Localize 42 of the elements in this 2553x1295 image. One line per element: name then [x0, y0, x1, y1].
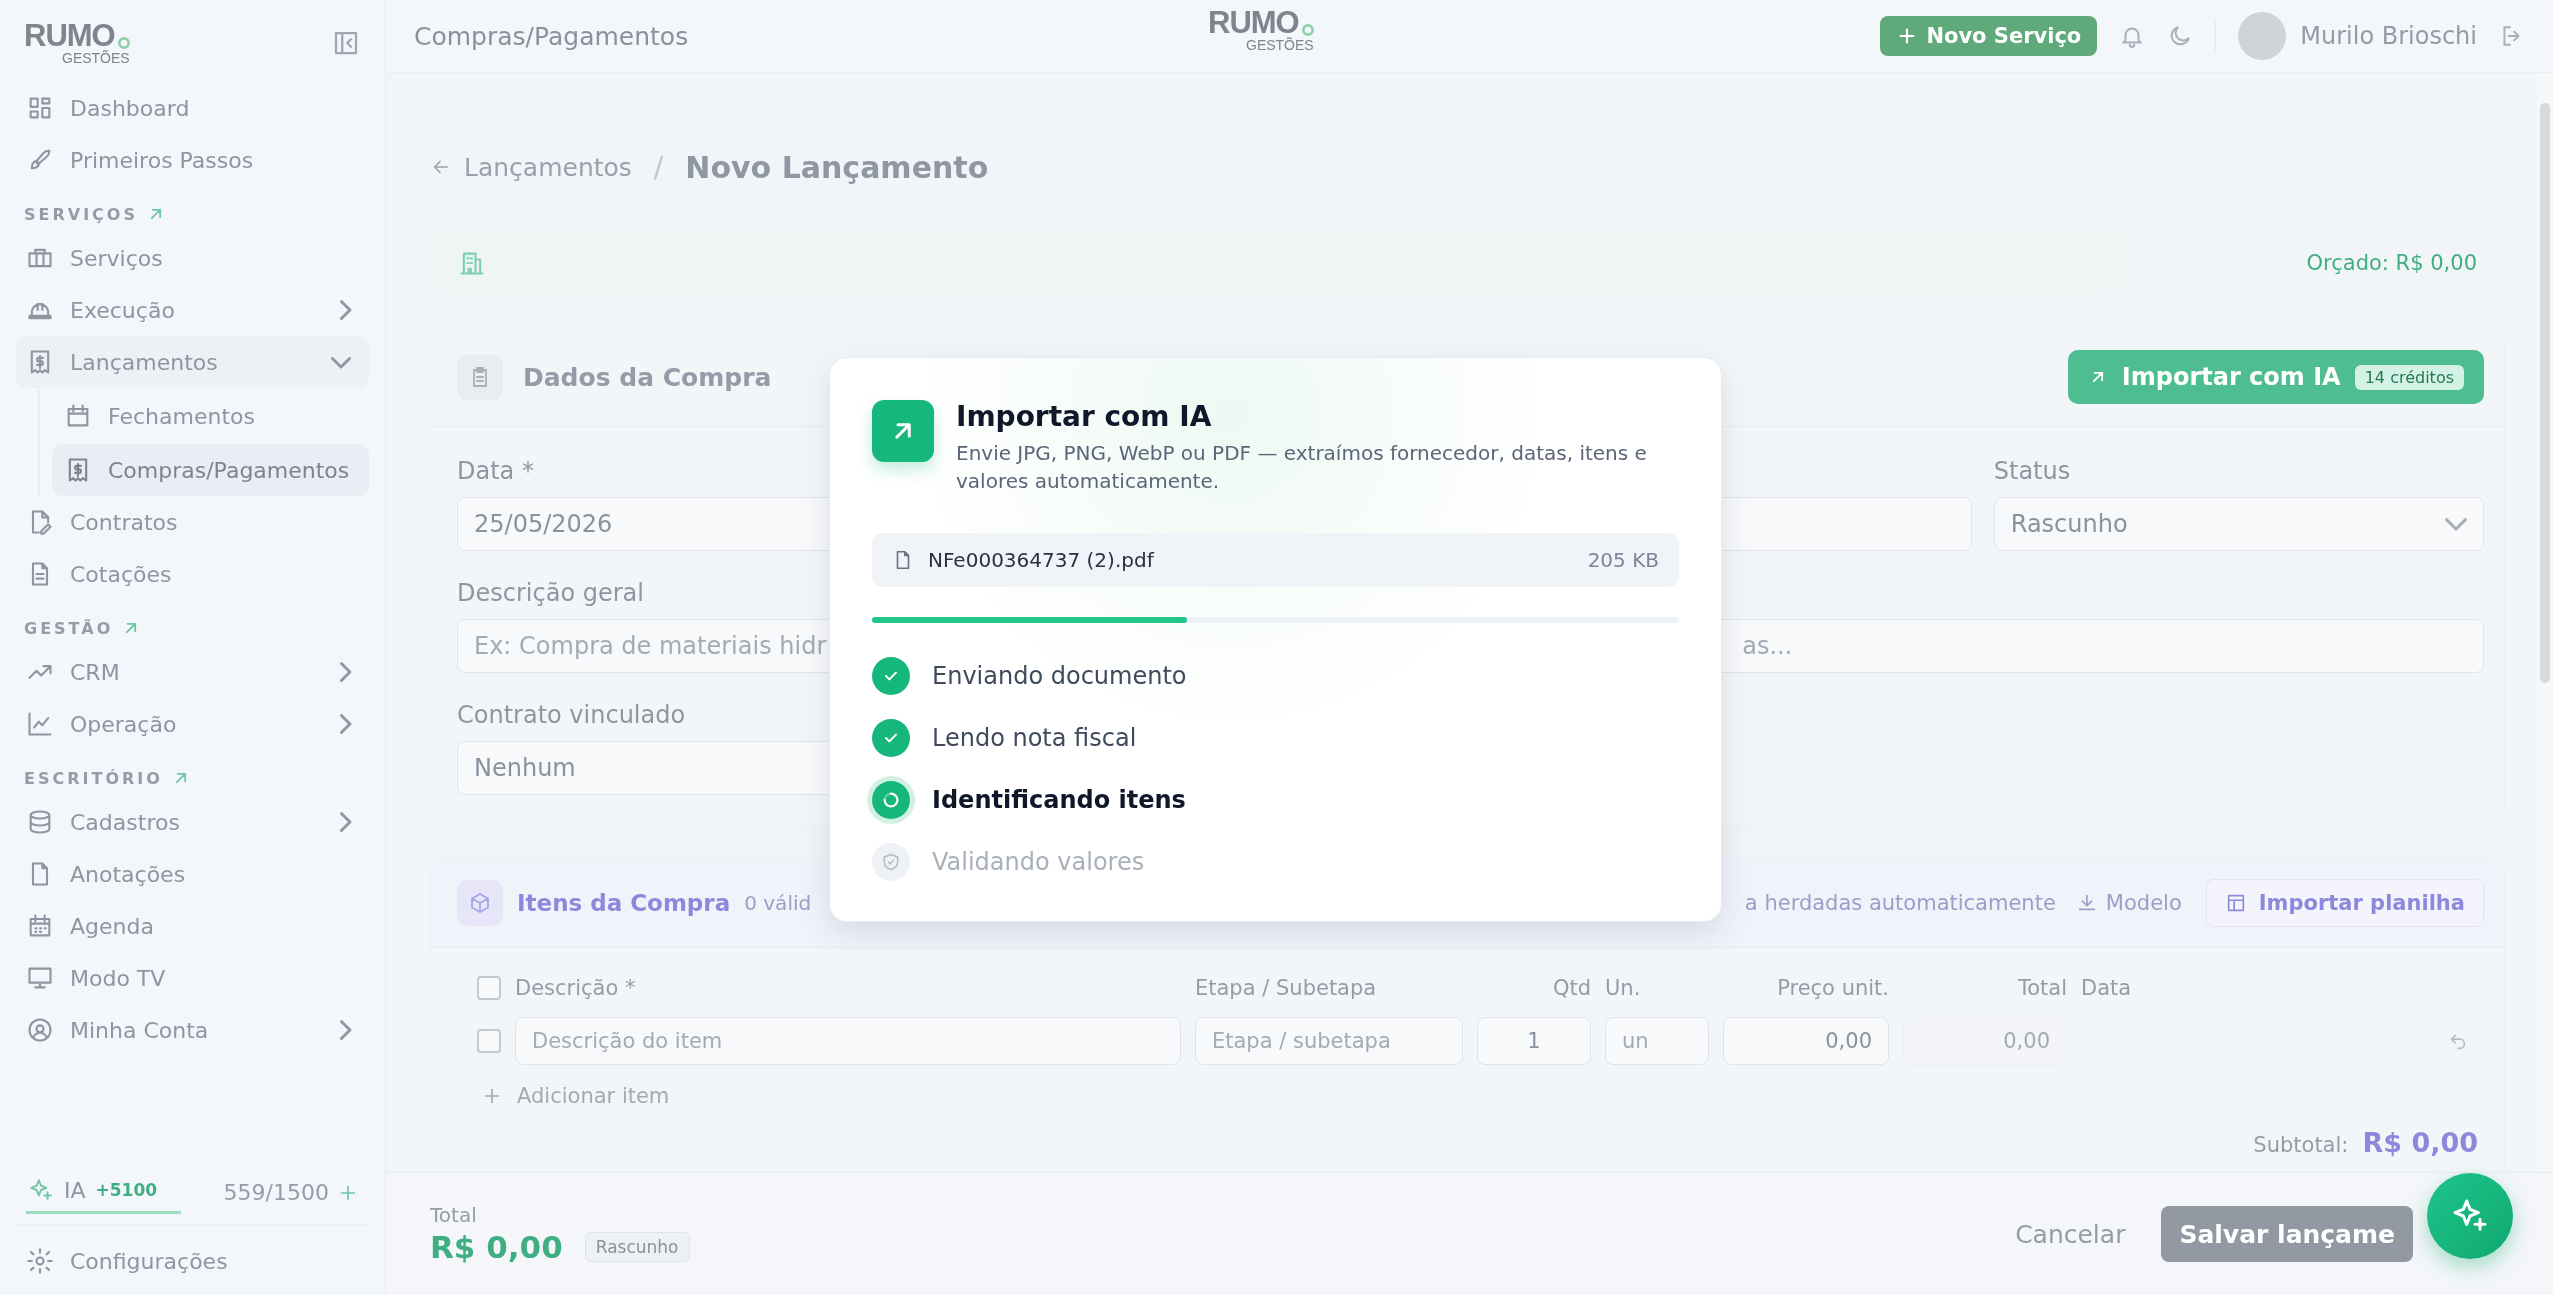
step-label: Validando valores: [932, 848, 1145, 876]
column-header: Qtd: [1551, 976, 1591, 1000]
logo-wordmark: RUMO: [1208, 7, 1299, 38]
logo-subtitle: GESTÕES: [62, 51, 130, 67]
breadcrumb-separator: /: [653, 150, 664, 184]
logo-wordmark: RUMO: [24, 20, 115, 51]
column-header: Etapa / Subetapa: [1195, 976, 1378, 1000]
logo-subtitle: GESTÕES: [1246, 38, 1314, 54]
column-header: Data: [2081, 976, 2133, 1000]
credits-badge: 14 créditos: [2354, 364, 2464, 390]
subtotal-value: R$ 0,00: [2362, 1127, 2478, 1158]
field-label: Status: [1993, 457, 2072, 487]
item-count: 0 válid: [744, 891, 812, 915]
section-label: ESCRITÓRIO: [24, 768, 163, 788]
dialog-description: Envie JPG, PNG, WebP ou PDF — extraímos fornecedor, datas, itens e valores automaticamente.: [956, 440, 1648, 495]
card-title: Dados da Compra: [523, 362, 772, 392]
total-label: Total: [430, 1203, 478, 1227]
section-label: SERVIÇOS: [24, 204, 138, 224]
column-header: Descrição *: [515, 976, 637, 1000]
section-label: GESTÃO: [24, 618, 114, 638]
user-name: Murilo Brioschi: [2300, 22, 2477, 50]
breadcrumb-current: Novo Lançamento: [685, 149, 989, 185]
items-note: a herdadas automaticamente: [1744, 891, 2056, 915]
total-value: R$ 0,00: [430, 1229, 563, 1265]
file-size: 205 KB: [1587, 548, 1659, 572]
dialog-title: Importar com IA: [956, 400, 1213, 433]
card-title: Itens da Compra: [517, 890, 731, 916]
page-title: Compras/Pagamentos: [414, 21, 689, 51]
step-label: Identificando itens: [932, 786, 1186, 814]
step-label: Lendo nota fiscal: [932, 724, 1137, 752]
subtotal-label: Subtotal:: [2253, 1133, 2349, 1157]
field-label: Descrição geral: [457, 579, 645, 609]
credit-usage: 559/1500: [223, 1180, 329, 1205]
budget-amount: Orçado: R$ 0,00: [2306, 251, 2477, 275]
column-header: Un.: [1605, 976, 1642, 1000]
status-badge: Rascunho: [584, 1232, 690, 1262]
field-label: Contrato vinculado: [457, 701, 687, 731]
column-header: Total: [2016, 976, 2067, 1000]
file-name: NFe000364737 (2).pdf: [928, 548, 1154, 572]
column-header: Preço unit.: [1776, 976, 1889, 1000]
field-label: Data *: [457, 457, 535, 487]
total-field: 0,00: [1903, 1017, 2067, 1065]
